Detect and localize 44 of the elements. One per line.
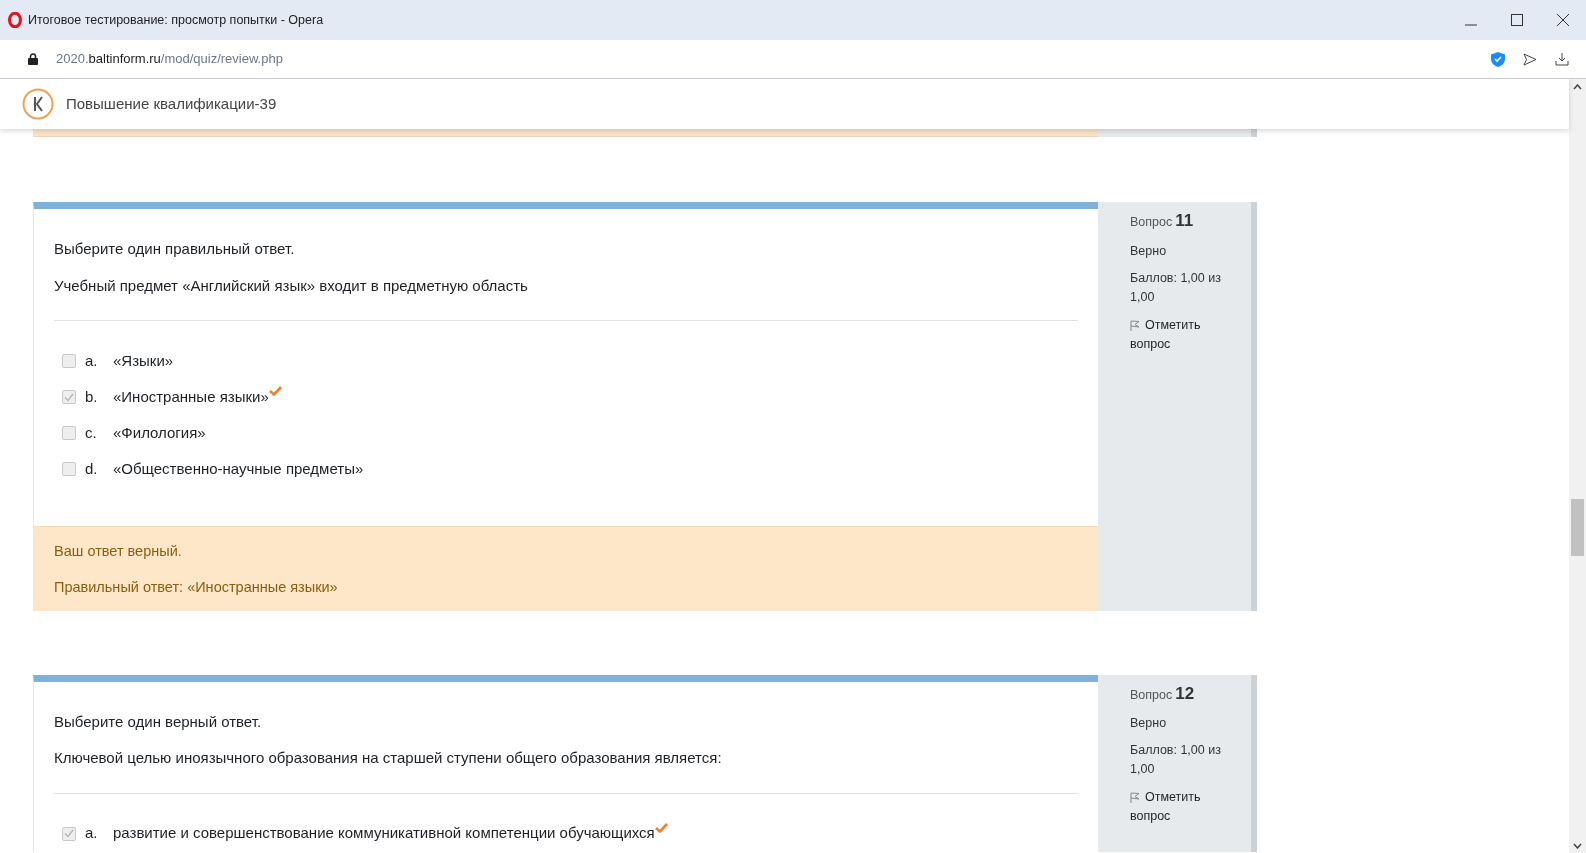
answer-letter: d. (85, 458, 99, 479)
maximize-icon[interactable] (1511, 14, 1523, 26)
flag-question-link[interactable]: Отметить вопрос (1130, 788, 1225, 826)
answer-text: «Филология» (113, 422, 206, 443)
close-icon[interactable] (1557, 14, 1569, 26)
answer-checkbox[interactable] (62, 426, 76, 440)
question-number: 12 (1175, 683, 1195, 703)
question-grade: Баллов: 1,00 из 1,00 (1130, 269, 1222, 306)
feedback-text: Ваш ответ верный. (54, 542, 183, 561)
answer-letter: a. (85, 823, 99, 844)
course-title[interactable]: Повышение квалификации-39 (66, 92, 277, 116)
scrollbar-thumb[interactable] (1571, 499, 1584, 556)
question-status: Верно (1130, 242, 1168, 260)
url-text[interactable]: 2020.baltinform.ru/mod/quiz/review.php (56, 49, 283, 69)
flag-icon (1130, 319, 1140, 331)
answer-letter: c. (85, 422, 98, 443)
answer-letter: a. (85, 350, 99, 371)
flag-question-link[interactable]: Отметить вопрос (1130, 315, 1225, 354)
question-text: Учебный предмет «Английский язык» входит в предметную область (54, 275, 529, 296)
answer-text: «Иностранные языки» (113, 386, 269, 407)
scroll-down-icon[interactable] (1573, 843, 1582, 849)
question-label: Вопрос (1130, 687, 1173, 702)
answer-text: развитие и совершенствование коммуникативной компетенции обучающихся (113, 823, 655, 844)
correct-answer-text: Правильный ответ: «Иностранные языки» (54, 577, 339, 597)
answer-text: «Общественно-научные предметы» (113, 458, 364, 479)
flag-icon (1130, 792, 1140, 804)
question-status: Верно (1130, 715, 1168, 732)
answer-checkbox[interactable] (62, 390, 76, 404)
lock-icon (28, 53, 38, 65)
answer-letter: b. (85, 386, 99, 407)
question-text: Ключевой целью иноязычного образования на старшей ступени общего образования является: (54, 748, 723, 768)
site-logo-icon[interactable] (22, 88, 54, 120)
opera-logo-icon (8, 12, 22, 28)
answer-checkbox[interactable] (62, 826, 76, 841)
answer-checkbox[interactable] (62, 462, 76, 476)
scroll-up-icon[interactable] (1573, 84, 1582, 90)
question-label: Вопрос (1130, 215, 1173, 229)
answer-checkbox[interactable] (62, 354, 76, 368)
question-grade: Баллов: 1,00 из 1,00 (1130, 742, 1222, 778)
instruction-text: Выберите один верный ответ. (54, 711, 263, 732)
window-title: Итоговое тестирование: просмотр попытки - Opera (28, 11, 324, 29)
instruction-text: Выберите один правильный ответ. (54, 239, 296, 259)
answer-text: «Языки» (113, 350, 174, 371)
question-number: 11 (1175, 211, 1194, 230)
